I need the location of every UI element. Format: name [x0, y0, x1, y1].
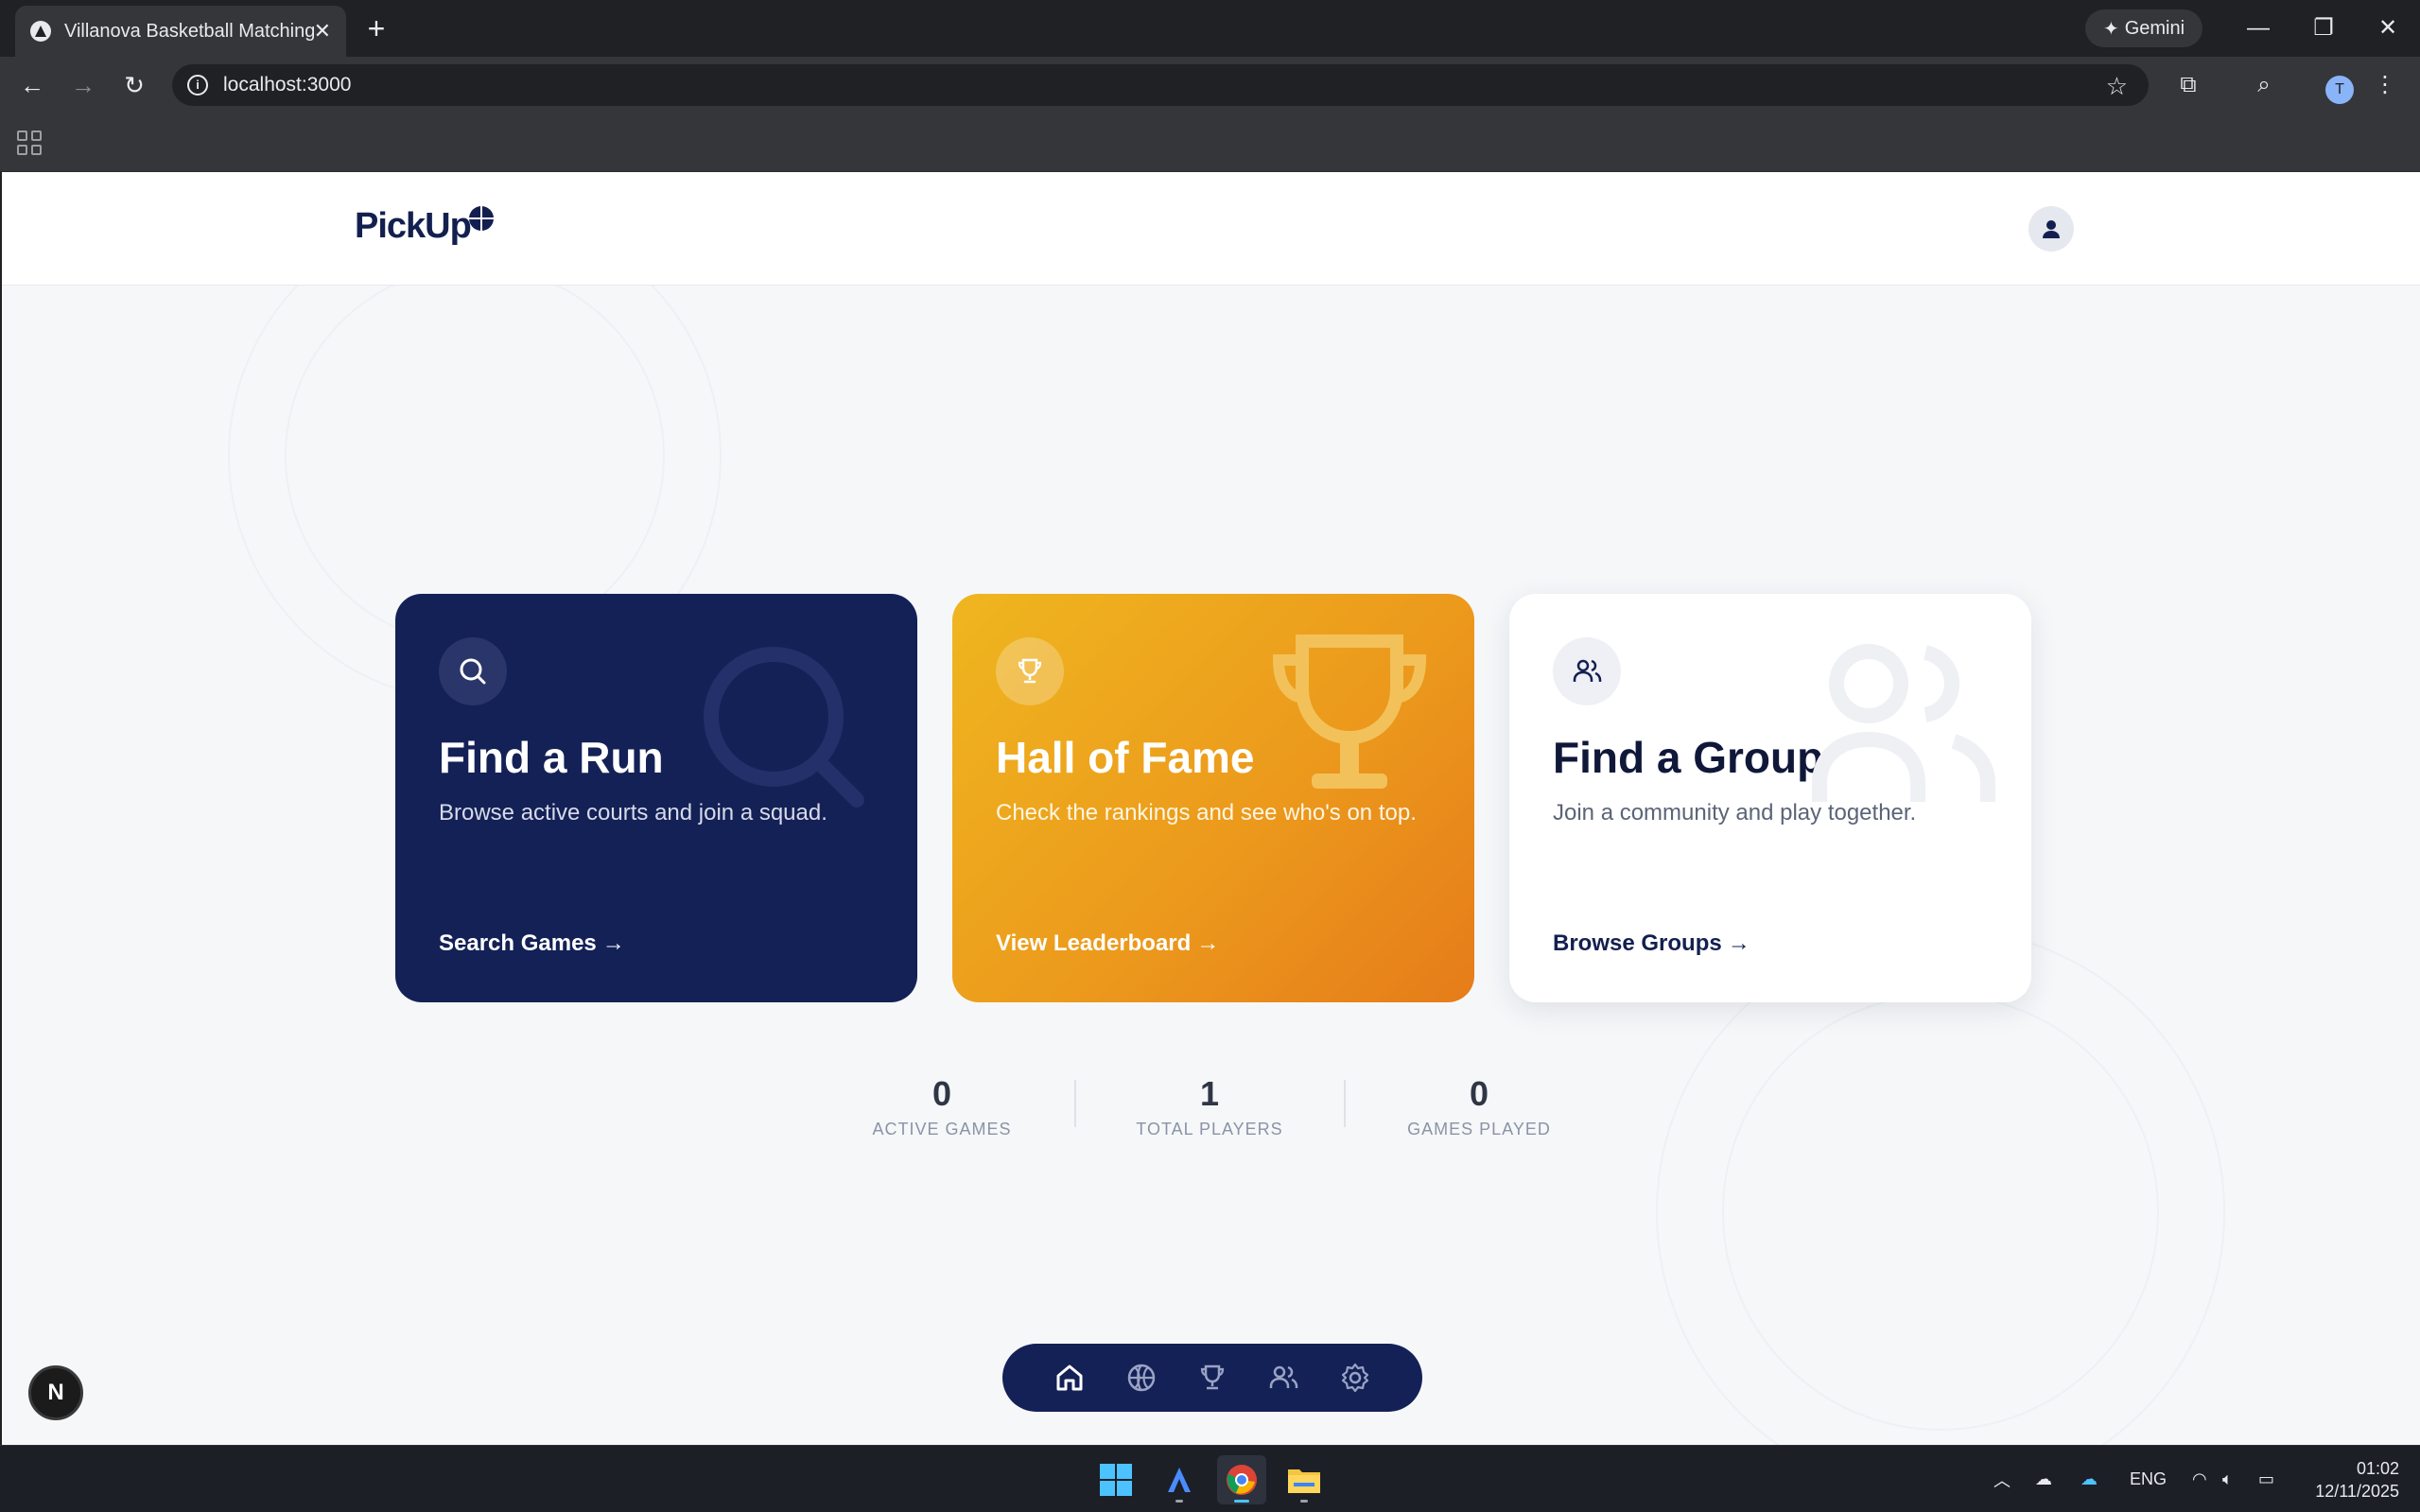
user-icon — [2043, 220, 2060, 238]
wifi-icon[interactable]: ◠ — [2192, 1446, 2207, 1512]
users-icon — [1553, 637, 1621, 705]
arrow-right-icon: → — [601, 930, 625, 956]
gemini-label: Gemini — [2124, 17, 2185, 39]
site-info-icon[interactable]: i — [187, 75, 208, 96]
app-launcher-icon[interactable] — [1155, 1455, 1204, 1504]
search-games-link[interactable]: Search Games → — [439, 930, 625, 957]
bottom-navigation — [1002, 1344, 1422, 1412]
stat-label: ACTIVE GAMES — [872, 1120, 1012, 1138]
browser-toolbar: ← → ↻ i localhost:3000 ☆ ⧉ ⌕ ⋮ — [0, 57, 2420, 113]
users-icon[interactable] — [1261, 1355, 1306, 1400]
back-icon[interactable]: ← — [13, 66, 51, 104]
minimize-icon[interactable]: — — [2235, 9, 2282, 47]
tab-close-icon[interactable]: ✕ — [314, 19, 331, 43]
find-a-group-card[interactable]: Find a Group Join a community and play t… — [1509, 594, 2031, 1002]
search-icon — [439, 637, 507, 705]
new-tab-button[interactable]: + — [359, 11, 393, 45]
stat-value: 0 — [931, 1074, 952, 1113]
active-indicator — [1234, 1500, 1249, 1503]
home-icon[interactable] — [1047, 1355, 1092, 1400]
forward-icon[interactable]: → — [64, 66, 102, 104]
search-watermark-icon — [704, 647, 864, 808]
tab-search-icon[interactable]: ⌕ — [2249, 70, 2279, 100]
file-explorer-icon[interactable] — [1280, 1455, 1329, 1504]
page-content: PickUp Find a Run Browse active courts a… — [2, 172, 2420, 1445]
hall-of-fame-card[interactable]: Hall of Fame Check the rankings and see … — [952, 594, 1474, 1002]
address-bar[interactable]: i localhost:3000 ☆ — [172, 64, 2149, 106]
browser-tab-bar: Villanova Basketball Matching ✕ + ✦ Gemi… — [0, 0, 2420, 57]
reload-icon[interactable]: ↻ — [115, 66, 153, 104]
browse-groups-link[interactable]: Browse Groups → — [1553, 930, 1750, 957]
users-watermark-icon — [1812, 644, 1995, 802]
arrow-right-icon: → — [1196, 930, 1220, 956]
battery-icon[interactable]: ▭ — [2258, 1446, 2274, 1512]
stat-value: 1 — [1199, 1074, 1220, 1113]
basketball-logo-icon — [468, 205, 494, 231]
view-leaderboard-link[interactable]: View Leaderboard → — [996, 930, 1219, 957]
running-indicator — [1175, 1500, 1183, 1503]
menu-kebab-icon[interactable]: ⋮ — [2370, 70, 2400, 100]
apps-grid-icon[interactable] — [17, 130, 42, 155]
volume-icon[interactable]: 🔈︎ — [2222, 1446, 2233, 1512]
nextjs-dev-indicator[interactable]: N — [28, 1365, 83, 1420]
basketball-icon[interactable] — [1119, 1355, 1164, 1400]
user-profile-button[interactable] — [2028, 206, 2074, 252]
profile-avatar[interactable]: T — [2325, 76, 2354, 104]
find-a-run-card[interactable]: Find a Run Browse active courts and join… — [395, 594, 917, 1002]
stat-label: TOTAL PLAYERS — [1136, 1120, 1283, 1138]
stat-label: GAMES PLAYED — [1407, 1120, 1551, 1138]
browser-tab[interactable]: Villanova Basketball Matching ✕ — [15, 6, 346, 57]
arrow-right-icon: → — [1727, 930, 1750, 956]
clock-date: 12/11/2025 — [2315, 1482, 2399, 1501]
gemini-button[interactable]: ✦ Gemini — [2085, 9, 2202, 47]
windows-start-icon[interactable] — [1091, 1455, 1140, 1504]
app-header: PickUp — [2, 172, 2420, 286]
extensions-icon[interactable]: ⧉ — [2173, 70, 2203, 100]
trophy-icon[interactable] — [1190, 1355, 1235, 1400]
stat-active-games: 0 ACTIVE GAMES — [847, 1074, 1036, 1139]
trophy-icon — [996, 637, 1064, 705]
onedrive-icon[interactable]: ☁ — [2081, 1446, 2098, 1512]
running-indicator — [1300, 1500, 1308, 1503]
system-clock[interactable]: 01:02 12/11/2025 — [2315, 1457, 2399, 1503]
chrome-icon[interactable] — [1217, 1455, 1266, 1504]
windows-taskbar: ︿ ☁ ☁ ENG ◠ 🔈︎ ▭ 01:02 12/11/2025 — [0, 1445, 2420, 1512]
clock-time: 01:02 — [2356, 1459, 2399, 1478]
trophy-watermark-icon — [1272, 634, 1427, 789]
bookmarks-bar — [0, 113, 2420, 172]
stat-divider — [1074, 1080, 1076, 1127]
url-text: localhost:3000 — [223, 74, 352, 96]
card-description: Check the rankings and see who's on top. — [996, 800, 1417, 826]
stat-total-players: 1 TOTAL PLAYERS — [1115, 1074, 1304, 1139]
pickup-logo[interactable]: PickUp — [355, 205, 494, 247]
sparkle-icon: ✦ — [2102, 18, 2119, 40]
language-indicator[interactable]: ENG — [2130, 1446, 2167, 1512]
close-window-icon[interactable]: ✕ — [2364, 9, 2411, 47]
tray-overflow-icon[interactable]: ︿ — [1993, 1446, 2011, 1512]
tab-title: Villanova Basketball Matching — [64, 20, 314, 42]
stat-divider — [1344, 1080, 1346, 1127]
settings-icon[interactable] — [1332, 1355, 1378, 1400]
bookmark-star-icon[interactable]: ☆ — [2106, 72, 2128, 101]
stat-games-played: 0 GAMES PLAYED — [1384, 1074, 1574, 1139]
nextjs-favicon-icon — [30, 21, 51, 42]
onedrive-gray-icon[interactable]: ☁ — [2035, 1446, 2052, 1512]
stat-value: 0 — [1469, 1074, 1489, 1113]
restore-icon[interactable]: ❐ — [2300, 9, 2347, 47]
